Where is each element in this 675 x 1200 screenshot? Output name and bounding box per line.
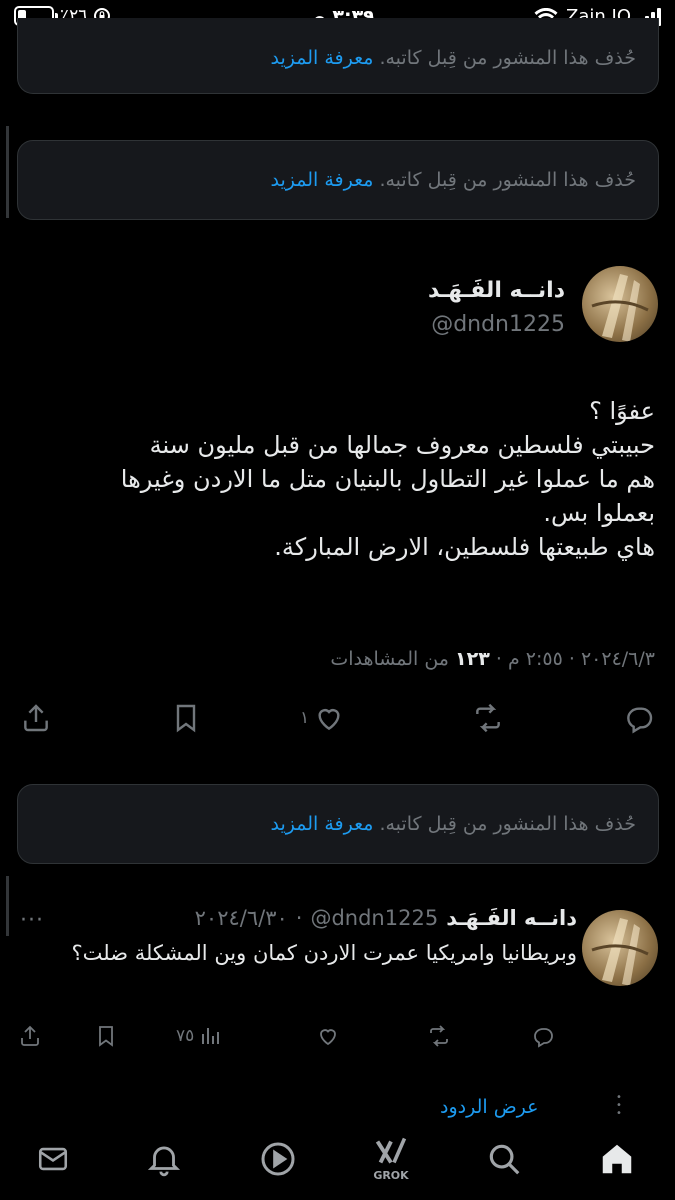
reply-header: دانــه الفَـهَـد @dndn1225 · ٢٠٢٤/٦/٣٠	[195, 906, 577, 930]
nav-messages[interactable]	[28, 1134, 78, 1184]
like-count: ١	[300, 708, 310, 728]
meta-separator: ·	[495, 648, 502, 670]
share-icon	[24, 704, 48, 732]
repost-icon	[430, 1025, 448, 1047]
deleted-post-notice: حُذف هذا المنشور من قِبل كاتبه. معرفة ال…	[17, 784, 659, 864]
views-button[interactable]: ٧٥	[176, 1024, 222, 1048]
like-button[interactable]	[316, 1024, 340, 1048]
tweet-date: ٢٠٢٤/٦/٣	[580, 648, 655, 670]
tweet-text: عفوًا ؟ حبيبتي فلسطين معروف جمالها من قب…	[120, 397, 655, 561]
bookmark-button[interactable]	[94, 1024, 118, 1048]
reply-button[interactable]	[622, 702, 656, 734]
deleted-post-notice: حُذف هذا المنشور من قِبل كاتبه. معرفة ال…	[17, 140, 659, 220]
comment-icon	[534, 1028, 553, 1048]
views-count: ٧٥	[176, 1026, 195, 1046]
home-icon	[602, 1144, 632, 1174]
reply-button[interactable]	[530, 1024, 556, 1048]
author-name[interactable]: دانــه الفَـهَـد	[428, 278, 565, 303]
learn-more-link[interactable]: معرفة المزيد	[271, 169, 374, 191]
repost-icon	[476, 703, 500, 733]
bookmark-button[interactable]	[170, 702, 202, 734]
analytics-icon	[202, 1028, 220, 1044]
deleted-notice-text: حُذف هذا المنشور من قِبل كاتبه.	[379, 813, 636, 835]
tweet-time: ٢:٥٥ م	[507, 648, 563, 670]
bookmark-icon	[99, 1026, 113, 1047]
thread-line	[6, 126, 9, 218]
avatar[interactable]	[582, 266, 658, 342]
deleted-post-notice: حُذف هذا المنشور من قِبل كاتبه. معرفة ال…	[17, 18, 659, 94]
share-icon	[21, 1025, 39, 1046]
learn-more-link[interactable]: معرفة المزيد	[271, 813, 374, 835]
play-icon	[261, 1142, 295, 1176]
deleted-notice-text: حُذف هذا المنشور من قِبل كاتبه.	[379, 169, 636, 191]
views-count[interactable]: ١٢٣	[455, 648, 490, 670]
nav-videos[interactable]	[253, 1134, 303, 1184]
heart-icon	[320, 1029, 336, 1046]
grok-label: GROK	[373, 1168, 409, 1182]
meta-separator: ·	[295, 906, 303, 930]
like-button[interactable]: ١	[300, 702, 345, 734]
heart-icon	[318, 709, 340, 731]
nav-notifications[interactable]	[139, 1134, 189, 1184]
more-options-button[interactable]: ···	[20, 908, 44, 933]
comment-icon	[627, 707, 653, 734]
views-label: من المشاهدات	[330, 648, 449, 670]
share-button[interactable]	[18, 1024, 42, 1048]
bookmark-icon	[176, 704, 196, 733]
nav-grok[interactable]: GROK	[366, 1134, 416, 1184]
tweet-meta: ٢٠٢٤/٦/٣ · ٢:٥٥ م · ١٢٣ من المشاهدات	[330, 648, 655, 670]
thread-dots: • • •	[616, 1092, 622, 1119]
author-handle[interactable]: @dndn1225	[310, 906, 438, 930]
meta-separator: ·	[568, 648, 575, 670]
show-replies-link[interactable]: عرض الردود	[440, 1096, 538, 1118]
avatar[interactable]	[582, 910, 658, 986]
thread-line	[6, 876, 9, 936]
tweet-actions: ١	[0, 702, 675, 742]
deleted-notice-text: حُذف هذا المنشور من قِبل كاتبه.	[379, 46, 636, 69]
search-icon	[489, 1144, 520, 1175]
repost-button[interactable]	[426, 1024, 452, 1048]
mail-icon	[38, 1147, 68, 1171]
learn-more-link[interactable]: معرفة المزيد	[271, 47, 374, 69]
bottom-navigation: GROK	[0, 1120, 675, 1200]
share-button[interactable]	[20, 702, 52, 734]
reply-text: وبريطانيا وامريكيا عمرت الاردن كمان وين …	[71, 941, 578, 965]
nav-home[interactable]	[592, 1134, 642, 1184]
author-name[interactable]: دانــه الفَـهَـد	[446, 906, 577, 930]
reply-date: ٢٠٢٤/٦/٣٠	[194, 906, 288, 930]
grok-icon	[375, 1137, 407, 1164]
nav-search[interactable]	[479, 1134, 529, 1184]
author-handle[interactable]: @dndn1225	[431, 312, 565, 337]
reply-actions: ٧٥	[0, 1024, 675, 1064]
repost-button[interactable]	[470, 702, 506, 734]
bell-icon	[147, 1146, 181, 1177]
